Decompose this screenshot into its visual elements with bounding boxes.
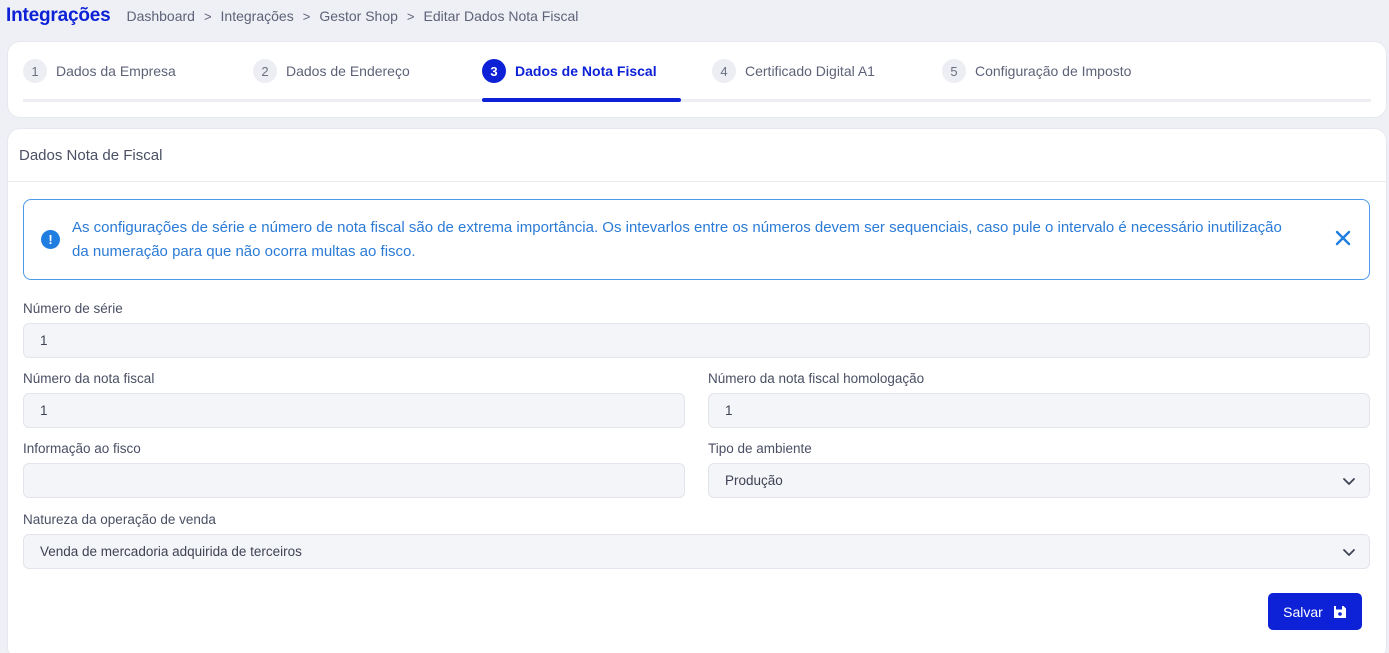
alert-text: As configurações de série e número de no… [72, 218, 1282, 260]
nota-fiscal-label: Número da nota fiscal [23, 371, 155, 386]
breadcrumb-separator: > [203, 8, 212, 24]
step-label: Dados de Nota Fiscal [515, 63, 657, 79]
save-button-label: Salvar [1283, 603, 1323, 620]
natureza-operacao-value: Venda de mercadoria adquirida de terceir… [40, 544, 302, 559]
close-icon[interactable] [1331, 226, 1355, 250]
serie-input[interactable]: 1 [23, 323, 1370, 358]
informacao-fisco-label: Informação ao fisco [23, 441, 141, 456]
nota-fiscal-homologacao-label: Número da nota fiscal homologação [708, 371, 925, 386]
step-certificado-digital[interactable]: 4 Certificado Digital A1 [712, 59, 875, 83]
step-label: Certificado Digital A1 [745, 63, 875, 79]
active-step-indicator [482, 98, 681, 102]
step-configuracao-imposto[interactable]: 5 Configuração de Imposto [942, 59, 1131, 83]
step-number: 5 [942, 59, 966, 83]
step-label: Configuração de Imposto [975, 63, 1132, 79]
stepper-card: 1 Dados da Empresa 2 Dados de Endereço 3… [8, 42, 1386, 117]
step-dados-endereco[interactable]: 2 Dados de Endereço [253, 59, 410, 83]
serie-value: 1 [40, 333, 48, 348]
save-button[interactable]: Salvar [1268, 593, 1362, 630]
tipo-ambiente-value: Produção [725, 473, 783, 488]
serie-label: Número de série [23, 301, 123, 316]
step-number: 1 [23, 59, 47, 83]
natureza-operacao-select[interactable]: Venda de mercadoria adquirida de terceir… [23, 534, 1370, 569]
breadcrumb-item-current: Editar Dados Nota Fiscal [423, 8, 579, 24]
stepper-track [23, 99, 1371, 102]
natureza-operacao-label: Natureza da operação de venda [23, 512, 216, 527]
step-number: 2 [253, 59, 277, 83]
step-label: Dados de Endereço [286, 63, 410, 79]
card-header: Dados Nota de Fiscal [8, 129, 1386, 182]
breadcrumb-item-gestor-shop[interactable]: Gestor Shop [319, 8, 398, 24]
tipo-ambiente-select[interactable]: Produção [708, 463, 1370, 498]
nota-fiscal-homologacao-value: 1 [725, 403, 733, 418]
breadcrumb-item-integracoes[interactable]: Integrações [221, 8, 294, 24]
nota-fiscal-homologacao-input[interactable]: 1 [708, 393, 1370, 428]
step-dados-empresa[interactable]: 1 Dados da Empresa [23, 59, 176, 83]
info-alert: ! As configurações de série e número de … [23, 199, 1370, 280]
top-bar: Integrações Dashboard > Integrações > Ge… [0, 0, 1389, 32]
card-title: Dados Nota de Fiscal [19, 146, 163, 164]
step-dados-nota-fiscal[interactable]: 3 Dados de Nota Fiscal [482, 59, 657, 83]
floppy-disk-icon [1333, 605, 1346, 618]
info-icon: ! [41, 230, 60, 249]
step-number: 3 [482, 59, 506, 83]
step-label: Dados da Empresa [56, 63, 176, 79]
chevron-down-icon [1343, 478, 1355, 485]
breadcrumb: Dashboard > Integrações > Gestor Shop > … [126, 8, 578, 24]
informacao-fisco-input[interactable] [23, 463, 685, 498]
breadcrumb-separator: > [406, 8, 415, 24]
nota-fiscal-value: 1 [40, 403, 48, 418]
tipo-ambiente-label: Tipo de ambiente [708, 441, 812, 456]
page-title: Integrações [6, 5, 111, 26]
breadcrumb-item-dashboard[interactable]: Dashboard [126, 8, 195, 24]
form-card: Dados Nota de Fiscal ! As configurações … [8, 129, 1386, 653]
breadcrumb-separator: > [302, 8, 311, 24]
step-number: 4 [712, 59, 736, 83]
nota-fiscal-input[interactable]: 1 [23, 393, 685, 428]
chevron-down-icon [1343, 549, 1355, 556]
